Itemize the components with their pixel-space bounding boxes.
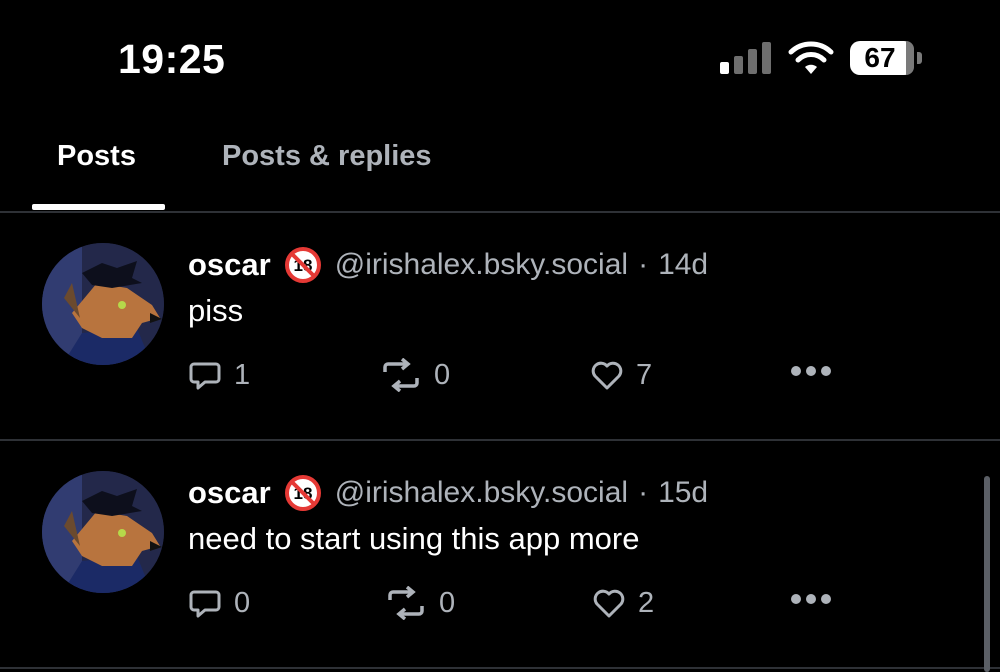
author-name[interactable]: oscar <box>188 247 271 283</box>
repost-icon <box>388 586 424 620</box>
heart-icon <box>593 589 625 618</box>
author-name[interactable]: oscar <box>188 475 271 511</box>
separator: · <box>638 476 649 509</box>
repost-icon <box>383 358 419 392</box>
battery-icon: 67 <box>850 41 914 75</box>
tab-posts-and-replies[interactable]: Posts & replies <box>222 140 432 173</box>
post-item[interactable]: oscar 18 @irishalex.bsky.social · 15d ne… <box>0 441 1000 667</box>
more-options-icon[interactable] <box>790 363 832 379</box>
post-timestamp[interactable]: 14d <box>658 248 708 282</box>
like-button[interactable]: 7 <box>590 358 652 392</box>
post-header: oscar 18 @irishalex.bsky.social · 15d <box>188 475 708 511</box>
status-time: 19:25 <box>118 36 226 82</box>
like-count: 7 <box>636 358 653 391</box>
reply-button[interactable]: 0 <box>188 586 250 620</box>
avatar[interactable] <box>42 471 164 593</box>
repost-button[interactable]: 0 <box>380 358 450 392</box>
like-button[interactable]: 2 <box>592 586 654 620</box>
reply-icon <box>189 362 221 390</box>
battery-level: 67 <box>864 42 896 73</box>
post-text: need to start using this app more <box>188 521 640 556</box>
scrollbar[interactable] <box>984 476 990 672</box>
active-tab-indicator <box>32 204 165 210</box>
like-count: 2 <box>638 586 655 619</box>
author-handle[interactable]: @irishalex.bsky.social <box>335 476 628 510</box>
author-handle[interactable]: @irishalex.bsky.social <box>335 248 628 282</box>
heart-icon <box>591 361 623 390</box>
reply-icon <box>189 590 221 618</box>
adult-content-18-icon: 18 <box>284 247 321 283</box>
post-text: piss <box>188 293 244 328</box>
reply-button[interactable]: 1 <box>188 358 250 392</box>
post-divider <box>0 667 1000 669</box>
repost-count: 0 <box>439 586 456 619</box>
separator: · <box>638 248 649 281</box>
more-options-icon[interactable] <box>790 591 832 607</box>
reply-count: 0 <box>234 586 251 619</box>
adult-content-18-icon: 18 <box>284 475 321 511</box>
repost-count: 0 <box>434 358 451 391</box>
tab-posts[interactable]: Posts <box>57 140 136 173</box>
wifi-icon <box>788 41 834 74</box>
repost-button[interactable]: 0 <box>385 586 455 620</box>
reply-count: 1 <box>234 358 251 391</box>
battery-nub <box>917 52 922 64</box>
post-item[interactable]: oscar 18 @irishalex.bsky.social · 14d pi… <box>0 213 1000 439</box>
cellular-signal-icon <box>720 42 771 74</box>
avatar[interactable] <box>42 243 164 365</box>
post-header: oscar 18 @irishalex.bsky.social · 14d <box>188 247 708 283</box>
post-timestamp[interactable]: 15d <box>658 476 708 510</box>
